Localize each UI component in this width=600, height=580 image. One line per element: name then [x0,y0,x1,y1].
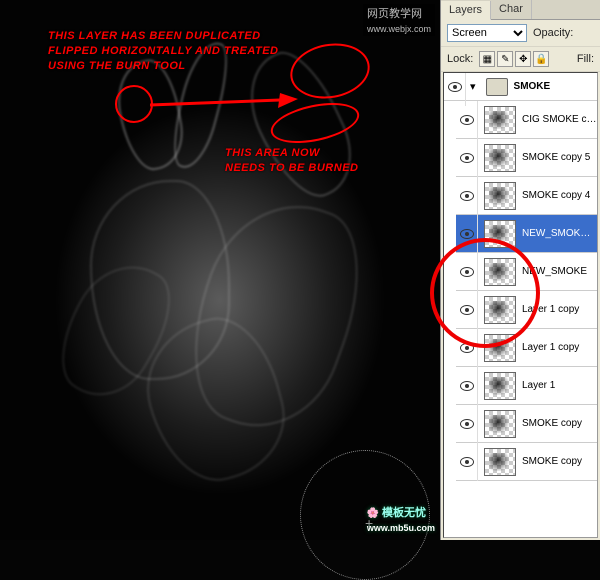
eye-icon [460,457,474,467]
layer-row[interactable]: SMOKE copy 5 [456,139,597,177]
visibility-toggle[interactable] [456,367,478,405]
opacity-label: Opacity: [533,27,573,39]
layer-thumbnail[interactable] [484,448,516,476]
lock-pixels-icon[interactable]: ✎ [497,51,513,67]
tab-layers[interactable]: Layers [441,1,491,20]
layer-thumbnail[interactable] [484,220,516,248]
layer-thumbnail[interactable] [484,106,516,134]
group-name[interactable]: SMOKE [514,81,597,92]
layer-thumbnail[interactable] [484,182,516,210]
visibility-toggle[interactable] [456,443,478,481]
layer-row[interactable]: Layer 1 [456,367,597,405]
eye-icon [460,343,474,353]
layer-thumbnail[interactable] [484,372,516,400]
layer-name[interactable]: SMOKE copy [522,418,597,429]
lock-transparency-icon[interactable]: ▦ [479,51,495,67]
eye-icon [460,153,474,163]
layer-name[interactable]: NEW_SMOKE copy [522,228,597,239]
visibility-toggle[interactable] [456,101,478,139]
layer-row[interactable]: CIG SMOKE copy [456,101,597,139]
visibility-toggle[interactable] [456,215,478,253]
eye-icon [460,115,474,125]
visibility-toggle[interactable] [456,139,478,177]
eye-icon [448,82,462,92]
visibility-toggle[interactable] [456,329,478,367]
chevron-down-icon[interactable]: ▾ [470,80,476,93]
annotation-text-1: THIS LAYER HAS BEEN DUPLICATED FLIPPED H… [48,28,279,74]
layer-name[interactable]: Layer 1 copy [522,342,597,353]
layer-row[interactable]: SMOKE copy [456,405,597,443]
lock-buttons: ▦ ✎ ✥ 🔒 [479,51,549,67]
layer-name[interactable]: SMOKE copy 5 [522,152,597,163]
lock-position-icon[interactable]: ✥ [515,51,531,67]
blend-mode-select[interactable]: Screen [447,24,527,42]
layer-row-selected[interactable]: NEW_SMOKE copy [456,215,597,253]
eye-icon [460,419,474,429]
tab-channels[interactable]: Char [491,0,532,19]
visibility-toggle[interactable] [456,253,478,291]
eye-icon [460,191,474,201]
layer-name[interactable]: Layer 1 copy [522,304,597,315]
layer-name[interactable]: SMOKE copy 4 [522,190,597,201]
layer-name[interactable]: Layer 1 [522,380,597,391]
eye-icon [460,305,474,315]
layer-row[interactable]: Layer 1 copy [456,329,597,367]
eye-icon [460,267,474,277]
layer-name[interactable]: NEW_SMOKE [522,266,597,277]
panel-tabs: Layers Char [441,0,600,20]
layer-row[interactable]: SMOKE copy 4 [456,177,597,215]
layer-group[interactable]: ▾ SMOKE [444,73,597,101]
layer-name[interactable]: CIG SMOKE copy [522,114,597,125]
layer-thumbnail[interactable] [484,334,516,362]
layer-thumbnail[interactable] [484,410,516,438]
watermark-top: 网页教学网 www.webjx.com [363,4,435,36]
layer-thumbnail[interactable] [484,296,516,324]
folder-icon [486,78,508,96]
lock-label: Lock: [447,53,473,65]
eye-icon [460,229,474,239]
layer-thumbnail[interactable] [484,144,516,172]
layers-list[interactable]: ▾ SMOKE CIG SMOKE copy SMOKE copy 5 SMOK… [443,72,598,538]
layer-thumbnail[interactable] [484,258,516,286]
eye-icon [460,381,474,391]
annotation-text-2: THIS AREA NOW NEEDS TO BE BURNED [225,145,358,175]
layer-row[interactable]: Layer 1 copy [456,291,597,329]
visibility-toggle[interactable] [456,177,478,215]
layer-row[interactable]: SMOKE copy [456,443,597,481]
annotation-circle-left [115,85,153,123]
watermark-bottom-right: 🌸 模板无忧 www.mb5u.com [367,504,435,534]
visibility-toggle[interactable] [456,405,478,443]
canvas[interactable]: THIS LAYER HAS BEEN DUPLICATED FLIPPED H… [0,0,440,540]
lock-all-icon[interactable]: 🔒 [533,51,549,67]
layer-row[interactable]: NEW_SMOKE [456,253,597,291]
fill-label: Fill: [577,53,594,65]
layers-panel: Layers Char Screen Opacity: Lock: ▦ ✎ ✥ … [440,0,600,540]
visibility-toggle[interactable] [456,291,478,329]
layer-name[interactable]: SMOKE copy [522,456,597,467]
annotation-arrow [150,90,300,120]
